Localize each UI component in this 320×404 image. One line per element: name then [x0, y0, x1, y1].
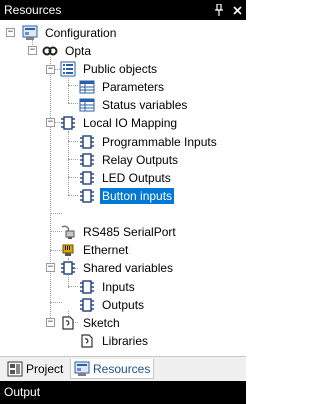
tree-node-label: Parameters [102, 80, 165, 94]
serial-port-icon [60, 224, 76, 240]
io-mapping-icon [60, 115, 76, 131]
tree-node-configuration[interactable]: Configuration [22, 24, 118, 42]
io-mapping-icon [79, 170, 95, 186]
table-icon [79, 79, 95, 95]
public-objects-collapse-toggle[interactable]: − [46, 65, 55, 74]
tree-node-label: Local IO Mapping [83, 116, 178, 130]
close-icon[interactable] [233, 5, 242, 15]
tree-node-ethernet[interactable]: Ethernet [60, 241, 130, 259]
tree-node-label: Outputs [102, 298, 145, 312]
tree-node-label: Opta [65, 44, 92, 58]
tab-label: Resources [93, 361, 151, 376]
project-icon [7, 361, 23, 377]
pin-icon[interactable] [214, 4, 224, 16]
tree-node-shared-variables[interactable]: Shared variables [60, 259, 175, 277]
sketch-collapse-toggle[interactable]: − [46, 318, 55, 327]
tree-node-label: Inputs [102, 280, 135, 294]
panel-tabs: Project Resources [0, 357, 246, 381]
tree-node-label: Configuration [45, 26, 117, 40]
sketch-icon [79, 333, 95, 349]
tree-node-rs485-serialport[interactable]: RS485 SerialPort [60, 223, 178, 241]
tree-node-sketch[interactable]: Sketch [60, 314, 122, 332]
tree-node-label: Shared variables [83, 261, 174, 275]
panel-title: Resources [4, 3, 62, 17]
tree-node-public-objects[interactable]: Public objects [60, 60, 159, 78]
tree-node-label: Libraries [102, 334, 149, 348]
io-mapping-icon [79, 134, 95, 150]
resources-tree: − Configuration − Opta − Public objects [0, 20, 246, 356]
local-io-collapse-toggle[interactable]: − [46, 118, 55, 127]
tree-node-label: Ethernet [83, 243, 129, 257]
io-mapping-icon [79, 279, 95, 295]
tree-node-status-variables[interactable]: Status variables [79, 96, 189, 114]
tree-node-parameters[interactable]: Parameters [79, 78, 166, 96]
tree-node-local-io-mapping[interactable]: Local IO Mapping [60, 114, 179, 132]
opta-device-icon [42, 43, 58, 59]
output-panel-title: Output [4, 385, 41, 399]
tree-node-label: Programmable Inputs [102, 135, 217, 149]
tab-resources[interactable]: Resources [70, 359, 155, 379]
tree-node-label: Button inputs [100, 188, 175, 204]
shared-variables-collapse-toggle[interactable]: − [46, 263, 55, 272]
table-icon [79, 97, 95, 113]
tree-node-label: RS485 SerialPort [83, 225, 176, 239]
io-mapping-icon [79, 188, 95, 204]
tree-node-label: Public objects [83, 62, 158, 76]
opta-collapse-toggle[interactable]: − [28, 46, 37, 55]
tree-node-relay-outputs[interactable]: Relay Outputs [79, 151, 180, 169]
resources-icon [74, 361, 90, 377]
tree-node-label: LED Outputs [102, 171, 171, 185]
ethernet-icon [60, 242, 76, 258]
io-mapping-icon [79, 297, 95, 313]
tree-node-programmable-inputs[interactable]: Programmable Inputs [79, 133, 219, 151]
configuration-collapse-toggle[interactable]: − [6, 28, 15, 37]
shared-variables-icon [60, 260, 76, 276]
tree-node-label: Status variables [102, 98, 188, 112]
io-mapping-icon [79, 152, 95, 168]
configuration-icon [22, 25, 38, 41]
tree-node-inputs[interactable]: Inputs [79, 278, 137, 296]
tab-label: Project [26, 362, 64, 376]
tree-node-button-inputs[interactable]: Button inputs [79, 187, 175, 205]
tree-node-label: Sketch [83, 316, 120, 330]
output-panel-header: Output [0, 381, 246, 404]
tree-node-libraries[interactable]: Libraries [79, 332, 150, 350]
tree-node-outputs[interactable]: Outputs [79, 296, 146, 314]
public-objects-icon [60, 61, 76, 77]
tree-node-led-outputs[interactable]: LED Outputs [79, 169, 173, 187]
resources-panel-header: Resources [0, 0, 246, 20]
sketch-icon [60, 315, 76, 331]
tab-project[interactable]: Project [4, 359, 66, 379]
tree-node-opta[interactable]: Opta [42, 42, 93, 60]
tree-node-label: Relay Outputs [102, 153, 179, 167]
resources-tree-pane: − Configuration − Opta − Public objects [0, 20, 246, 356]
